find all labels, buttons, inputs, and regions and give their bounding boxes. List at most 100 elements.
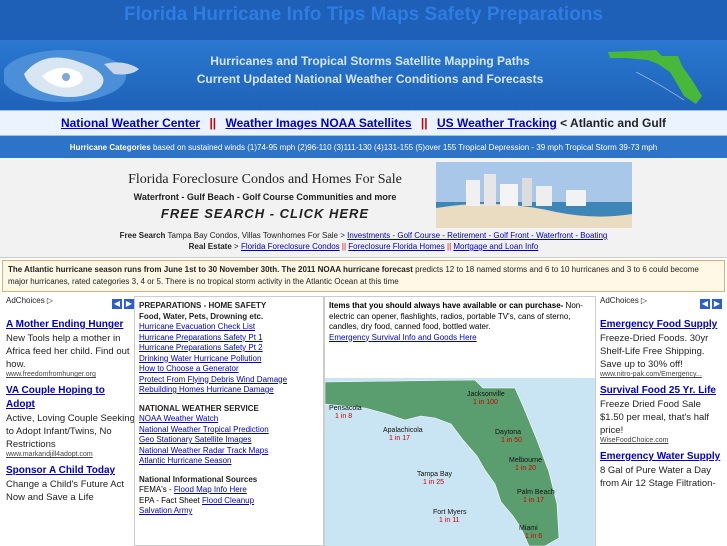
florida-foreclosure-condos-link[interactable]: Florida Foreclosure Condos xyxy=(241,242,340,251)
nav-us-weather-tracking[interactable]: US Weather Tracking xyxy=(437,116,557,130)
adchoices-label[interactable]: AdChoices ▷ ◀ ▶ xyxy=(600,296,724,312)
map-city-label: Fort Myers xyxy=(433,509,467,516)
prep-link[interactable]: How to Choose a Generator xyxy=(139,364,319,375)
map-city-label: Palm Beach xyxy=(517,489,555,496)
ad-title[interactable]: Sponsor A Child Today xyxy=(6,464,136,478)
next-arrow-icon[interactable]: ▶ xyxy=(712,299,722,309)
foreclosure-florida-homes-link[interactable]: Foreclosure Florida Homes xyxy=(348,242,444,251)
banner: Hurricanes and Tropical Storms Satellite… xyxy=(0,40,727,110)
nav-separator: || xyxy=(209,116,217,130)
salvation-army-link[interactable]: Salvation Army xyxy=(139,506,319,517)
free-search-text: Tampa Bay Condos, Villas Townhomes For S… xyxy=(167,231,345,240)
ad-title[interactable]: Survival Food 25 Yr. Life xyxy=(600,384,724,398)
promo-title[interactable]: Florida Foreclosure Condos and Homes For… xyxy=(100,172,430,188)
nav-weather-images-noaa[interactable]: Weather Images NOAA Satellites xyxy=(226,116,412,130)
ad-item: Emergency Water Supply 8 Gal of Pure Wat… xyxy=(600,450,724,490)
epa-flood-cleanup-link[interactable]: Flood Cleanup xyxy=(202,496,254,505)
ad-item: Survival Food 25 Yr. Life Freeze Dried F… xyxy=(600,384,724,444)
map-city-label: Melbourne xyxy=(509,457,542,464)
nws-link[interactable]: Geo Stationary Satellite Images xyxy=(139,435,319,446)
categories-text: based on sustained winds (1)74-95 mph (2… xyxy=(152,143,658,152)
nav-national-weather-center[interactable]: National Weather Center xyxy=(61,116,200,130)
preparations-column: PREPARATIONS - HOME SAFETY Food, Water, … xyxy=(134,296,324,546)
map-odds-label: 1 in 100 xyxy=(473,399,498,406)
real-estate-line: Real Estate > Florida Foreclosure Condos… xyxy=(0,242,727,251)
re-separator: || xyxy=(341,242,347,251)
prep-link[interactable]: Hurricane Preparations Safety Pt 2 xyxy=(139,343,319,354)
banner-subtitle-1: Hurricanes and Tropical Storms Satellite… xyxy=(210,54,530,68)
florida-hurricane-odds-map: Pensacola 1 in 8 Apalachicola 1 in 17 Jackso… xyxy=(325,378,595,546)
emergency-survival-link[interactable]: Emergency Survival Info and Goods Here xyxy=(329,333,591,344)
re-separator: || xyxy=(447,242,452,251)
nws-link[interactable]: Atlantic Hurricane Season xyxy=(139,456,319,467)
nws-heading: NATIONAL WEATHER SERVICE xyxy=(139,403,259,413)
map-city-label: Jacksonville xyxy=(467,391,505,398)
right-ad-column: AdChoices ▷ ◀ ▶ Emergency Food Supply Fre… xyxy=(600,296,724,546)
free-search-line: Free Search Tampa Bay Condos, Villas Tow… xyxy=(0,231,727,240)
ad-title[interactable]: VA Couple Hoping to Adopt xyxy=(6,384,136,412)
ad-body: 8 Gal of Pure Water a Day from Air 12 St… xyxy=(600,465,716,489)
ad-body: Freeze-Dried Foods. 30yr Shelf-Life Free… xyxy=(600,333,709,370)
ad-title[interactable]: Emergency Water Supply xyxy=(600,450,724,464)
ad-body: Active, Loving Couple Seeking to Adopt I… xyxy=(6,413,135,450)
florida-map-icon xyxy=(608,50,702,104)
prep-heading: PREPARATIONS - HOME SAFETY xyxy=(139,301,267,310)
nws-link[interactable]: NOAA Weather Watch xyxy=(139,414,319,425)
free-search-button[interactable]: FREE SEARCH - CLICK HERE xyxy=(100,206,430,221)
left-ad-column: AdChoices ▷ ◀ ▶ A Mother Ending Hunger Ne… xyxy=(6,296,136,546)
adchoices-icon: ▷ xyxy=(46,296,54,305)
map-odds-label: 1 in 17 xyxy=(389,435,410,442)
ad-url[interactable]: www.markandjill4adopt.com xyxy=(6,451,136,458)
prep-link[interactable]: Hurricane Preparations Safety Pt 1 xyxy=(139,333,319,344)
real-estate-promo: Florida Foreclosure Condos and Homes For… xyxy=(0,158,727,258)
ad-url[interactable]: www.freedomfromhunger.org xyxy=(6,371,136,378)
real-estate-label: Real Estate xyxy=(188,242,232,251)
ad-body: Freeze Dried Food Sale $1.50 per meal, t… xyxy=(600,399,710,436)
prep-link[interactable]: Rebuilding Homes Hurricane Damage xyxy=(139,385,319,396)
real-estate-sep: > xyxy=(234,242,239,251)
prep-link[interactable]: Hurricane Evacuation Check List xyxy=(139,322,319,333)
ad-item: Emergency Food Supply Freeze-Dried Foods… xyxy=(600,318,724,378)
map-odds-label: 1 in 25 xyxy=(423,479,444,486)
season-info-bold: The Atlantic hurricane season runs from … xyxy=(8,265,413,274)
map-city-label: Pensacola xyxy=(329,405,362,412)
map-odds-label: 1 in 50 xyxy=(501,437,522,444)
beach-condos-photo[interactable] xyxy=(436,162,632,228)
ad-nav-arrows: ◀ ▶ xyxy=(110,299,134,309)
map-odds-label: 1 in 17 xyxy=(523,497,544,504)
banner-subtitle-2: Current Updated National Weather Conditi… xyxy=(196,72,544,86)
map-city-label: Miami xyxy=(519,525,538,532)
header-bar: Florida Hurricane Info Tips Maps Safety … xyxy=(0,0,727,40)
prev-arrow-icon[interactable]: ◀ xyxy=(700,299,710,309)
fema-flood-map-link[interactable]: Flood Map Info Here xyxy=(174,485,247,494)
ad-title[interactable]: A Mother Ending Hunger xyxy=(6,318,136,332)
prep-link[interactable]: Drinking Water Hurricane Pollution xyxy=(139,354,319,365)
next-arrow-icon[interactable]: ▶ xyxy=(124,299,134,309)
promo-subtitle: Waterfront - Gulf Beach - Golf Course Co… xyxy=(133,192,397,202)
ad-title[interactable]: Emergency Food Supply xyxy=(600,318,724,332)
site-title[interactable]: Florida Hurricane Info Tips Maps Safety … xyxy=(0,4,727,26)
hurricane-categories-bar: Hurricane Categories based on sustained … xyxy=(0,136,727,158)
adchoices-label[interactable]: AdChoices ▷ ◀ ▶ xyxy=(6,296,136,312)
map-odds-label: 1 in 6 xyxy=(525,533,542,540)
nav-tail-text: < Atlantic and Gulf xyxy=(560,116,667,130)
nav-separator: || xyxy=(420,116,428,130)
investments-link[interactable]: Investments - Golf Course - Retirement -… xyxy=(347,231,607,240)
nws-link[interactable]: National Weather Tropical Prediction xyxy=(139,425,319,436)
prep-link[interactable]: Protect From Flying Debris Wind Damage xyxy=(139,375,319,386)
season-info-box: The Atlantic hurricane season runs from … xyxy=(2,260,725,292)
ad-url[interactable]: www.nitro-pak.com/Emergency... xyxy=(600,371,724,378)
fema-line: FEMA's - Flood Map Info Here xyxy=(139,485,247,494)
prep-subheading: Food, Water, Pets, Drowning etc. xyxy=(139,311,264,321)
ad-url[interactable]: WiseFoodChoice.com xyxy=(600,437,724,444)
hurricane-satellite-icon xyxy=(4,50,139,102)
epa-line: EPA - Fact Sheet Flood Cleanup xyxy=(139,495,255,505)
map-odds-label: 1 in 11 xyxy=(439,517,460,524)
map-city-label: Daytona xyxy=(495,429,521,436)
map-city-label: Apalachicola xyxy=(383,427,423,434)
nws-link[interactable]: National Weather Radar Track Maps xyxy=(139,446,319,457)
ad-body: New Tools help a mother in Africa feed h… xyxy=(6,333,130,370)
categories-label: Hurricane Categories xyxy=(69,143,151,152)
mortgage-loan-info-link[interactable]: Mortgage and Loan Info xyxy=(453,242,538,251)
prev-arrow-icon[interactable]: ◀ xyxy=(112,299,122,309)
